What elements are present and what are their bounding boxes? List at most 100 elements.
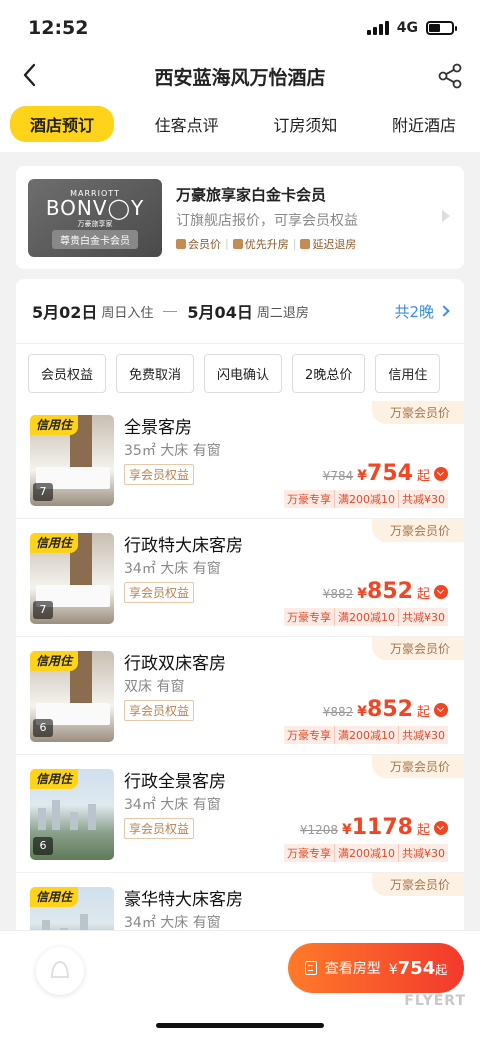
room-item[interactable]: 信用住 7 万豪会员价 全景客房 35㎡ 大床 有窗 享会员权益 ¥784 ¥7… [16, 401, 464, 519]
bonvoy-logo: BONV◯Y [45, 195, 145, 220]
brand-price-tag: 万豪会员价 [371, 519, 464, 542]
room-item[interactable]: 信用住 6 万豪会员价 行政全景客房 34㎡ 大床 有窗 享会员权益 ¥1208… [16, 755, 464, 873]
promo-tags: 万豪专享 满200减10 共减¥30 [284, 726, 448, 744]
brand-price-tag: 万豪会员价 [371, 873, 464, 896]
original-price: ¥1208 [299, 823, 338, 837]
page-title: 西安蓝海风万怡酒店 [154, 66, 326, 89]
back-arrow-icon[interactable] [18, 60, 42, 90]
checkout-date: 5月04日 [187, 303, 253, 322]
room-name: 全景客房 [124, 418, 192, 438]
tab-nearby-hotels[interactable]: 附近酒店 [378, 106, 470, 142]
member-perks: 会员价 | 优先升房 | 延迟退房 [176, 236, 358, 252]
status-time: 12:52 [28, 17, 89, 39]
bonvoy-card-image: MARRIOTT BONV◯Y 万豪旅享家 尊贵白金卡会员 [28, 178, 162, 257]
expand-chevron-icon[interactable] [434, 820, 448, 835]
date-selector[interactable]: 5月02日 周日入住 5月04日 周二退房 共2晚 [16, 279, 464, 343]
tab-bar: 酒店预订 住客点评 订房须知 附近酒店 [0, 96, 480, 152]
perk-upgrade: 优先升房 [232, 236, 289, 252]
promo-tag: 万豪专享 [284, 490, 334, 508]
brand-price-tag: 万豪会员价 [371, 637, 464, 660]
checkin-label: 周日入住 [101, 305, 154, 321]
credit-stay-badge: 信用住 [30, 769, 79, 789]
room-spec: 双床 有窗 [124, 679, 185, 695]
expand-chevron-icon[interactable] [434, 466, 448, 481]
watermark: FLYERT [404, 993, 466, 1009]
nights-link[interactable]: 共2晚 [394, 301, 450, 322]
promo-tags: 万豪专享 满200减10 共减¥30 [284, 608, 448, 626]
expand-chevron-icon[interactable] [434, 702, 448, 717]
perk-member-price: 会员价 [176, 236, 221, 252]
credit-stay-badge: 信用住 [30, 651, 79, 671]
room-item[interactable]: 信用住 7 万豪会员价 行政特大床客房 34㎡ 大床 有窗 享会员权益 ¥882… [16, 519, 464, 637]
bottom-bar: 查看房型 ¥754起 FLYERT [0, 930, 480, 1039]
late-checkout-icon [300, 238, 311, 249]
filter-bar: 会员权益 免费取消 闪电确认 2晚总价 信用住 [16, 343, 464, 401]
member-banner[interactable]: MARRIOTT BONV◯Y 万豪旅享家 尊贵白金卡会员 万豪旅享家白金卡会员… [16, 166, 464, 269]
room-spec: 34㎡ 大床 有窗 [124, 797, 221, 813]
member-benefit-tag: 享会员权益 [124, 464, 195, 485]
tab-guest-reviews[interactable]: 住客点评 [141, 106, 233, 142]
filter-credit-stay[interactable]: 信用住 [375, 354, 441, 393]
room-list: 信用住 7 万豪会员价 全景客房 35㎡ 大床 有窗 享会员权益 ¥784 ¥7… [16, 401, 464, 991]
network-label: 4G [396, 20, 418, 36]
share-icon[interactable] [436, 62, 464, 90]
photo-count: 6 [33, 837, 53, 855]
chevron-right-icon [438, 305, 450, 317]
original-price: ¥784 [322, 469, 354, 483]
promo-tag: 共减¥30 [398, 490, 448, 508]
upgrade-icon [232, 238, 243, 249]
page-content: MARRIOTT BONV◯Y 万豪旅享家 尊贵白金卡会员 万豪旅享家白金卡会员… [0, 152, 480, 991]
price-row: ¥882 ¥852 起 [323, 579, 448, 604]
tab-hotel-booking[interactable]: 酒店预订 [10, 106, 115, 142]
view-room-types-button[interactable]: 查看房型 ¥754起 [288, 943, 464, 993]
original-price: ¥882 [322, 705, 354, 719]
price-row: ¥784 ¥754 起 [323, 461, 448, 486]
member-benefit-tag: 享会员权益 [124, 582, 195, 603]
current-price: ¥754 [357, 461, 413, 486]
status-indicators: 4G [366, 20, 457, 36]
promo-tag: 万豪专享 [284, 608, 334, 626]
expand-chevron-icon[interactable] [434, 584, 448, 599]
filter-free-cancel[interactable]: 免费取消 [116, 354, 195, 393]
credit-stay-badge: 信用住 [30, 533, 79, 553]
room-photo[interactable]: 信用住 7 [30, 533, 114, 624]
assistant-icon[interactable] [36, 947, 84, 995]
promo-tags: 万豪专享 满200减10 共减¥30 [284, 844, 448, 862]
room-item[interactable]: 信用住 6 万豪会员价 行政双床客房 双床 有窗 享会员权益 ¥882 ¥852… [16, 637, 464, 755]
member-subtitle: 订旗舰店报价，可享会员权益 [176, 212, 358, 229]
current-price: ¥852 [357, 579, 413, 604]
filter-total-price[interactable]: 2晚总价 [292, 354, 366, 393]
member-info: 万豪旅享家白金卡会员 订旗舰店报价，可享会员权益 会员价 | 优先升房 | 延迟… [176, 184, 358, 252]
promo-tag: 满200减10 [334, 608, 398, 626]
room-name: 行政全景客房 [124, 772, 226, 792]
original-price: ¥882 [322, 587, 354, 601]
bonvoy-sub-text: 万豪旅享家 [77, 219, 113, 228]
credit-stay-badge: 信用住 [30, 887, 79, 907]
nav-bar: 西安蓝海风万怡酒店 [0, 56, 480, 96]
cta-label: 查看房型 [324, 961, 381, 977]
current-price: ¥1178 [342, 815, 413, 840]
photo-count: 6 [33, 719, 53, 737]
promo-tag: 满200减10 [334, 726, 398, 744]
document-icon [304, 961, 317, 975]
date-separator [163, 310, 178, 312]
price-suffix: 起 [416, 469, 430, 484]
room-name: 行政特大床客房 [124, 536, 243, 556]
perk-late-checkout: 延迟退房 [300, 236, 356, 252]
filter-instant-confirm[interactable]: 闪电确认 [204, 354, 283, 393]
tab-booking-notes[interactable]: 订房须知 [259, 106, 351, 142]
filter-member-benefits[interactable]: 会员权益 [28, 354, 107, 393]
signal-icon [366, 21, 389, 35]
price-suffix: 起 [416, 823, 430, 838]
credit-stay-badge: 信用住 [30, 415, 79, 435]
checkin-date: 5月02日 [32, 303, 98, 322]
promo-tags: 万豪专享 满200减10 共减¥30 [284, 490, 448, 508]
room-photo[interactable]: 信用住 6 [30, 651, 114, 742]
status-bar: 12:52 4G [0, 0, 480, 56]
bonvoy-badge: 尊贵白金卡会员 [52, 229, 138, 249]
promo-tag: 万豪专享 [284, 726, 334, 744]
room-photo[interactable]: 信用住 6 [30, 769, 114, 860]
room-photo[interactable]: 信用住 7 [30, 415, 114, 506]
photo-count: 7 [33, 483, 53, 501]
promo-tag: 共减¥30 [398, 844, 448, 862]
